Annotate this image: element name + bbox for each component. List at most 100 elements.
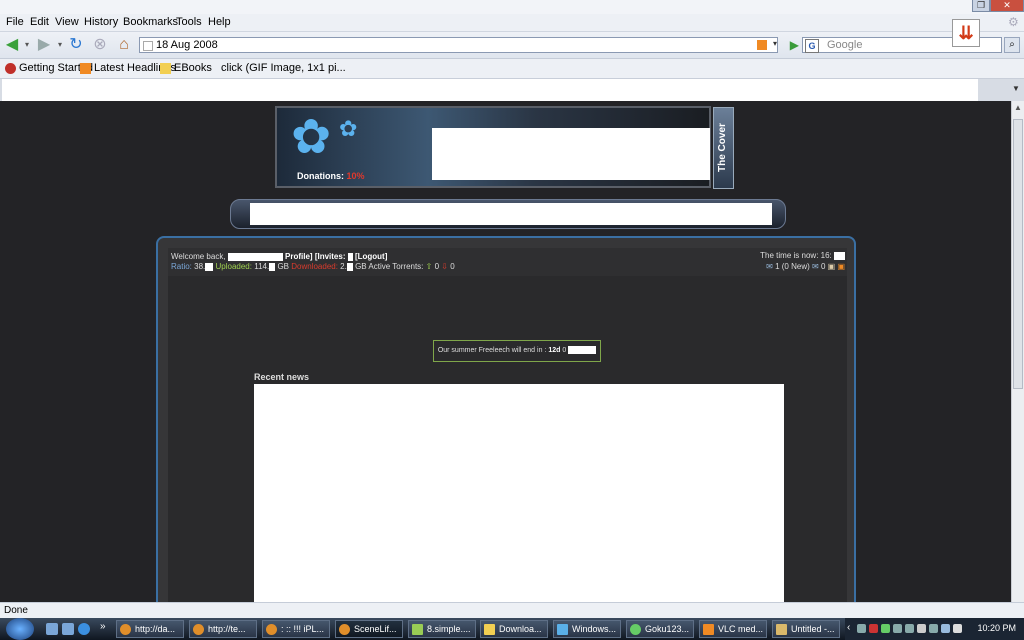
invites-link[interactable]: [Invites: xyxy=(315,252,346,261)
taskbar-item-label: http://da... xyxy=(135,624,176,634)
inbox-icon[interactable]: ✉ xyxy=(766,262,773,271)
download-icon[interactable]: ⇊ xyxy=(952,19,980,47)
seeding-count: 0 xyxy=(434,262,440,271)
sentbox-icon[interactable]: ✉ xyxy=(812,262,819,271)
network-icon[interactable] xyxy=(941,624,950,633)
menu-bookmarks[interactable]: Bookmarks xyxy=(123,16,178,28)
nav-menu-bar xyxy=(230,199,786,229)
rss-bookmark-icon xyxy=(80,63,91,74)
menu-bar: File Edit View History Bookmarks Tools H… xyxy=(0,14,1024,32)
seeding-arrow-icon: ⇧ xyxy=(425,262,433,271)
taskbar-item[interactable]: Downloa... xyxy=(480,620,548,638)
messages-count[interactable]: 1 (0 New) xyxy=(775,262,810,271)
taskbar-item-active[interactable]: SceneLif... xyxy=(335,620,403,638)
taskbar-item-label: 8.simple.... xyxy=(427,624,471,634)
restore-button[interactable]: ❐ xyxy=(972,0,990,12)
taskbar-item[interactable]: http://te... xyxy=(189,620,257,638)
firefox-icon xyxy=(193,624,204,635)
messenger-icon xyxy=(557,624,568,635)
tray-icon[interactable] xyxy=(905,624,914,633)
cover-tab[interactable]: The Cover xyxy=(713,107,734,189)
stop-icon[interactable]: ⊗ xyxy=(91,36,109,54)
page-scrollbar[interactable]: ▲ xyxy=(1011,101,1024,602)
reload-icon[interactable]: ↻ xyxy=(67,36,85,54)
scroll-up-icon[interactable]: ▲ xyxy=(1012,101,1024,115)
taskbar-item-label: Windows... xyxy=(572,624,617,634)
tray-icon[interactable] xyxy=(917,624,926,633)
menu-edit[interactable]: Edit xyxy=(30,16,49,28)
internet-explorer-icon[interactable] xyxy=(78,623,90,635)
taskbar-item[interactable]: Untitled -... xyxy=(772,620,840,638)
close-button[interactable]: ✕ xyxy=(990,0,1024,12)
friends-icon[interactable]: ▣ xyxy=(828,262,836,271)
cover-tab-label: The Cover xyxy=(717,123,728,172)
url-dropdown-icon[interactable]: ▾ xyxy=(773,39,777,48)
taskbar-item[interactable]: Goku123... xyxy=(626,620,694,638)
scroll-thumb[interactable] xyxy=(1013,119,1023,389)
tab-list-icon[interactable]: ▼ xyxy=(1010,82,1022,96)
url-text[interactable]: 18 Aug 2008 xyxy=(156,39,218,51)
rss-feed-icon[interactable] xyxy=(757,40,767,50)
ratio-value: 38. xyxy=(194,262,206,271)
home-icon[interactable]: ⌂ xyxy=(115,36,133,54)
switch-windows-icon[interactable] xyxy=(62,623,74,635)
tray-icon[interactable] xyxy=(893,624,902,633)
volume-icon[interactable] xyxy=(953,624,962,633)
taskbar-item-label: http://te... xyxy=(208,624,246,634)
rss-icon[interactable]: ▣ xyxy=(837,262,845,271)
messages-line: ✉ 1 (0 New) ✉ 0 ▣ ▣ xyxy=(766,262,845,271)
search-placeholder[interactable]: Google xyxy=(827,39,862,51)
tab-area-redacted xyxy=(2,79,978,101)
system-tray: ‹ 10:20 PM xyxy=(845,618,1024,640)
logout-link[interactable]: [Logout] xyxy=(355,252,387,261)
menu-help[interactable]: Help xyxy=(208,16,231,28)
menu-history[interactable]: History xyxy=(84,16,118,28)
ratio-redacted xyxy=(205,262,214,271)
back-icon[interactable]: ◀ xyxy=(3,36,21,54)
menu-view[interactable]: View xyxy=(55,16,79,28)
back-dropdown-icon[interactable]: ▾ xyxy=(22,36,32,54)
bookmark-ebooks[interactable]: EBooks xyxy=(174,62,212,74)
notepad-icon xyxy=(412,624,423,635)
taskbar-item-label: Untitled -... xyxy=(791,624,835,634)
time-label: The time is now: 16: xyxy=(760,251,832,260)
tray-expand-icon[interactable]: ‹ xyxy=(847,622,850,633)
downloaded-unit: GB xyxy=(355,262,367,271)
menu-tools[interactable]: Tools xyxy=(176,16,202,28)
paint-icon xyxy=(776,624,787,635)
search-magnifier-icon[interactable]: ⌕ xyxy=(1004,37,1020,53)
taskbar-item-label: : :: !!! iPL... xyxy=(281,624,325,634)
go-icon[interactable]: ▶ xyxy=(790,38,799,52)
forward-icon[interactable]: ▶ xyxy=(35,36,53,54)
news-content-redacted xyxy=(254,384,784,602)
tray-icon[interactable] xyxy=(857,624,866,633)
welcome-text: Welcome back, xyxy=(171,252,226,261)
downloaded-redacted xyxy=(346,262,353,271)
profile-link[interactable]: Profile] xyxy=(285,252,313,261)
google-search-engine-icon[interactable]: G xyxy=(805,39,819,53)
quicklaunch-expand-icon[interactable]: » xyxy=(100,621,106,632)
taskbar-item[interactable]: Windows... xyxy=(553,620,621,638)
menu-file[interactable]: File xyxy=(6,16,24,28)
url-bar[interactable]: 18 Aug 2008 ▾ ▶ xyxy=(139,37,799,53)
taskbar-item[interactable]: http://da... xyxy=(116,620,184,638)
folder-icon xyxy=(160,63,171,74)
window-titlebar: ❐ ✕ xyxy=(0,0,1024,14)
donations-label: Donations: xyxy=(297,171,344,181)
taskbar-item[interactable]: VLC med... xyxy=(699,620,767,638)
ratio-label: Ratio: xyxy=(171,262,192,271)
tray-icon[interactable] xyxy=(929,624,938,633)
clock[interactable]: 10:20 PM xyxy=(977,623,1016,633)
freeleech-notice: Our summer Freeleech will end in : 12d 0 xyxy=(433,340,601,362)
bookmark-click-gif[interactable]: click (GIF Image, 1x1 pi... xyxy=(221,62,346,74)
forward-dropdown-icon[interactable]: ▾ xyxy=(55,36,65,54)
taskbar-item[interactable]: : :: !!! iPL... xyxy=(262,620,330,638)
show-desktop-icon[interactable] xyxy=(46,623,58,635)
username-redacted xyxy=(227,252,283,261)
donations-value: 10% xyxy=(346,171,365,181)
tray-icon[interactable] xyxy=(869,624,878,633)
throbber-icon: ⚙ xyxy=(1008,15,1019,29)
tray-icon[interactable] xyxy=(881,624,890,633)
taskbar-item[interactable]: 8.simple.... xyxy=(408,620,476,638)
start-button-icon[interactable] xyxy=(6,618,34,640)
